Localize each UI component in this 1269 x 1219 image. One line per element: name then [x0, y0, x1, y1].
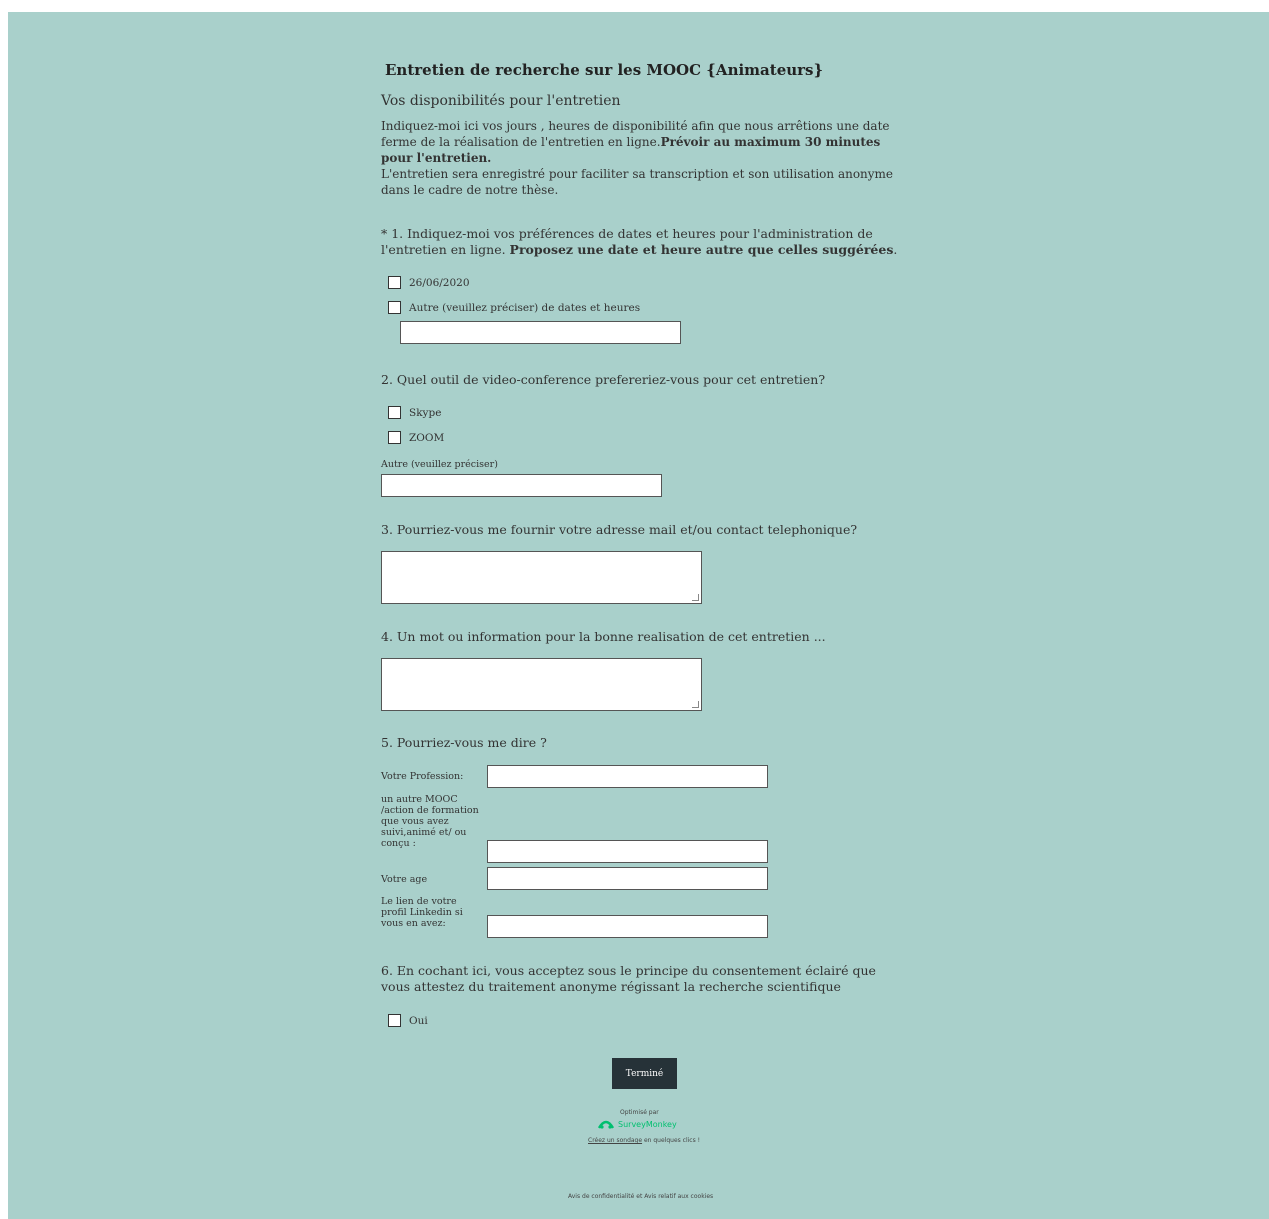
option-label: Oui — [409, 1014, 428, 1027]
option-label: ZOOM — [409, 431, 445, 444]
q2-option-skype[interactable]: Skype — [388, 406, 441, 419]
q1-other-input[interactable] — [400, 321, 681, 344]
survey-page: Entretien de recherche sur les MOOC {Ani… — [8, 12, 1269, 1219]
q5-profession-label: Votre Profession: — [381, 771, 464, 782]
done-button[interactable]: Terminé — [612, 1058, 677, 1089]
checkbox[interactable] — [388, 406, 401, 419]
q5-linkedin-label: Le lien de votre profil Linkedin si vous… — [381, 896, 463, 929]
checkbox[interactable] — [388, 301, 401, 314]
question-5-text: 5. Pourriez-vous me dire ? — [381, 735, 547, 750]
surveymonkey-logo[interactable]: SurveyMonkey — [598, 1119, 677, 1129]
option-label: Skype — [409, 406, 442, 419]
q5-age-label: Votre age — [381, 874, 428, 885]
powered-by-label: Optimisé par — [620, 1109, 659, 1116]
option-label: 26/06/2020 — [409, 276, 470, 289]
surveymonkey-brand: SurveyMonkey — [618, 1119, 677, 1129]
q5-profession-input[interactable] — [487, 765, 768, 788]
create-survey-tail: en quelques clics ! — [642, 1137, 701, 1144]
surveymonkey-icon — [598, 1120, 614, 1129]
q3-textarea[interactable] — [381, 551, 702, 604]
question-4-text: 4. Un mot ou information pour la bonne r… — [381, 629, 826, 644]
q2-other-input[interactable] — [381, 474, 662, 497]
create-survey-link[interactable]: Créez un sondage — [588, 1137, 642, 1144]
intro-text: Indiquez-moi ici vos jours , heures de d… — [381, 118, 911, 198]
checkbox[interactable] — [388, 1014, 401, 1027]
q1-option-other[interactable]: Autre (veuillez préciser) de dates et he… — [388, 301, 640, 314]
checkbox[interactable] — [388, 431, 401, 444]
q2-other-label: Autre (veuillez préciser) — [381, 459, 498, 470]
q1-option-date[interactable]: 26/06/2020 — [388, 276, 470, 289]
q5-linkedin-input[interactable] — [487, 915, 768, 938]
question-3-text: 3. Pourriez-vous me fournir votre adress… — [381, 522, 858, 537]
intro-line-2: L'entretien sera enregistré pour facilit… — [381, 167, 894, 197]
question-1: * 1. Indiquez-moi vos préférences de dat… — [381, 226, 911, 258]
resize-grip-icon[interactable] — [692, 594, 699, 601]
checkbox[interactable] — [388, 276, 401, 289]
question-1-tail: . — [893, 242, 898, 257]
q6-option-oui[interactable]: Oui — [388, 1014, 428, 1027]
q4-textarea[interactable] — [381, 658, 702, 711]
resize-grip-icon[interactable] — [692, 701, 699, 708]
question-1-bold: Proposez une date et heure autre que cel… — [509, 242, 894, 257]
q5-mooc-label: un autre MOOC /action de formation que v… — [381, 794, 479, 849]
question-6-text: 6. En cochant ici, vous acceptez sous le… — [381, 963, 876, 994]
privacy-link[interactable]: Avis de confidentialité et Avis relatif … — [568, 1193, 713, 1200]
q5-mooc-input[interactable] — [487, 840, 768, 863]
survey-title: Entretien de recherche sur les MOOC {Ani… — [385, 61, 824, 79]
page-title: Vos disponibilités pour l'entretien — [381, 93, 621, 109]
question-2-text: 2. Quel outil de video-conference prefer… — [381, 372, 826, 387]
option-label: Autre (veuillez préciser) de dates et he… — [409, 301, 641, 314]
create-survey-line: Créez un sondage en quelques clics ! — [588, 1137, 700, 1144]
q2-option-zoom[interactable]: ZOOM — [388, 431, 444, 444]
q5-age-input[interactable] — [487, 867, 768, 890]
